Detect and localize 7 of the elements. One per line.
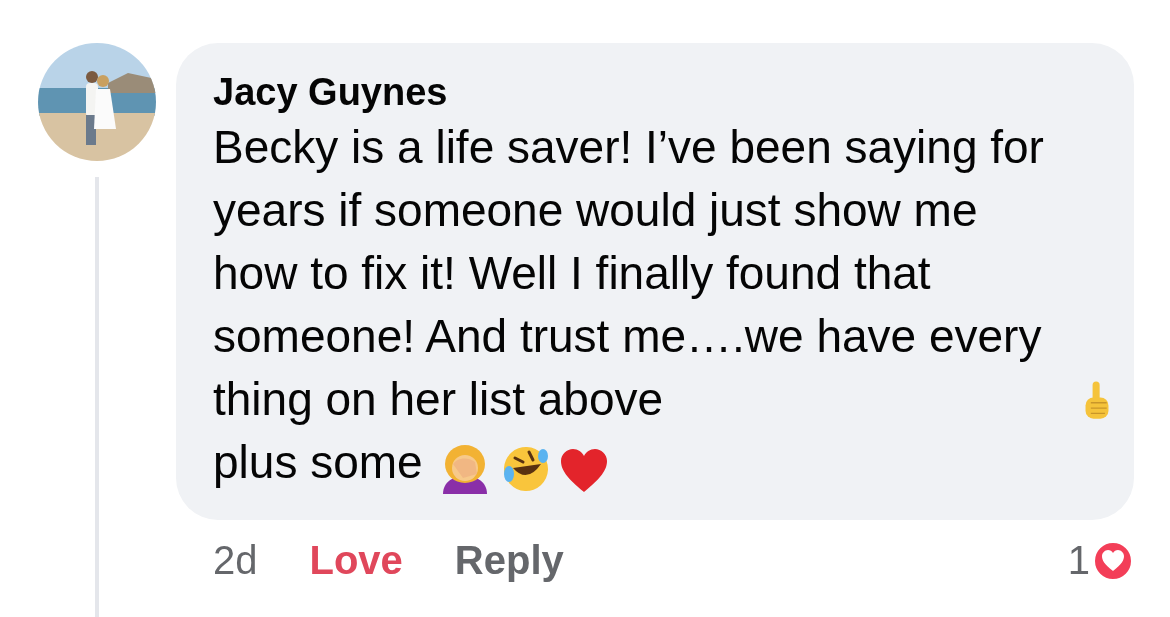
comment-text: plus some bbox=[213, 435, 423, 490]
reply-link[interactable]: Reply bbox=[454, 538, 564, 583]
love-link[interactable]: Love bbox=[309, 538, 403, 583]
author-name[interactable]: Jacy Guynes bbox=[213, 71, 448, 114]
heart-icon bbox=[558, 448, 609, 494]
timestamp[interactable]: 2d bbox=[213, 538, 258, 583]
reaction-count[interactable]: 1 bbox=[1067, 538, 1090, 583]
